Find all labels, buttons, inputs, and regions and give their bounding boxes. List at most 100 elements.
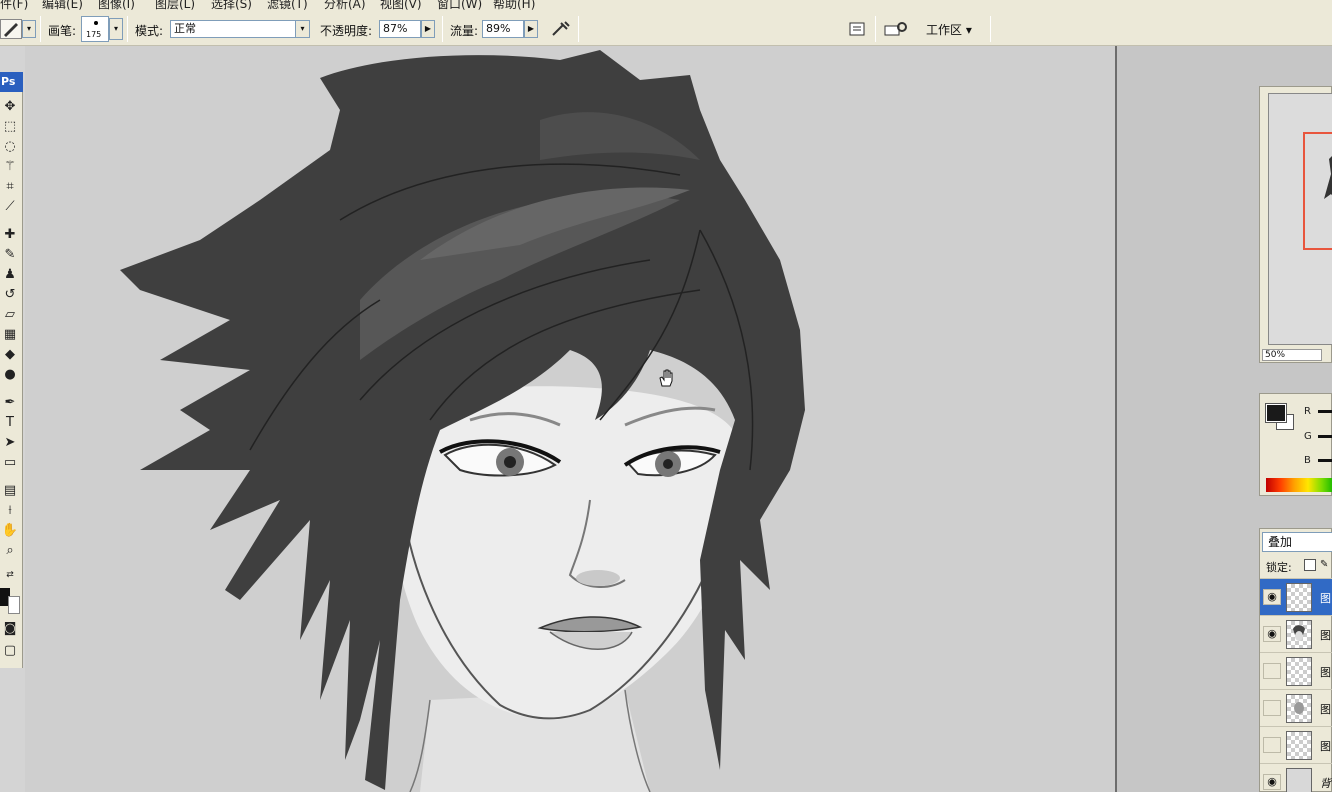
layer-thumbnail	[1286, 583, 1312, 612]
history-brush-tool-icon[interactable]: ↺	[0, 286, 20, 304]
flow-slider-button[interactable]: ▶	[524, 20, 538, 38]
dodge-tool-icon[interactable]: ●	[0, 366, 20, 384]
b-label: B	[1304, 455, 1311, 466]
layer-thumbnail	[1286, 731, 1312, 760]
eyedropper-tool-icon[interactable]: ⟊	[0, 502, 20, 520]
visibility-toggle-empty[interactable]	[1263, 700, 1281, 716]
brush-size: 175	[86, 30, 102, 39]
lock-label: 锁定:	[1266, 561, 1292, 574]
lock-paint-icon[interactable]: ✎	[1320, 559, 1332, 571]
tool-preset-dropdown[interactable]: ▾	[22, 20, 36, 38]
menu-layer[interactable]: 图层(L)	[155, 0, 195, 12]
brush-preview[interactable]: 175	[81, 16, 109, 42]
menu-analysis[interactable]: 分析(A)	[324, 0, 366, 12]
hand-tool-icon[interactable]: ✋	[0, 522, 20, 540]
layer-thumbnail	[1286, 694, 1312, 723]
layer-row[interactable]: ◉ 背	[1260, 763, 1332, 792]
mode-label: 模式:	[135, 24, 164, 38]
visibility-toggle-empty[interactable]	[1263, 737, 1281, 753]
brush-tool-icon[interactable]: ✎	[0, 246, 20, 264]
lock-transparency-icon[interactable]	[1304, 559, 1316, 571]
hand-cursor-icon	[659, 369, 673, 387]
separator	[990, 16, 991, 42]
magic-wand-tool-icon[interactable]: ⚚	[0, 158, 20, 176]
navigator-preview[interactable]	[1268, 93, 1332, 345]
menu-view[interactable]: 视图(V)	[380, 0, 422, 12]
marquee-tool-icon[interactable]: ⬚	[0, 118, 20, 136]
mode-select[interactable]: 正常 ▾	[170, 20, 310, 38]
separator	[127, 16, 128, 42]
move-tool-icon[interactable]: ✥	[0, 98, 20, 116]
notes-tool-icon[interactable]: ▤	[0, 482, 20, 500]
layer-name: 图	[1320, 666, 1331, 679]
type-tool-icon[interactable]: T	[0, 414, 20, 432]
flow-label: 流量:	[450, 24, 479, 38]
bridge-button[interactable]	[883, 20, 909, 38]
layer-row[interactable]: ◉ 图	[1260, 615, 1332, 652]
shape-tool-icon[interactable]: ▭	[0, 454, 20, 472]
palette-well-button[interactable]	[847, 20, 867, 38]
visibility-eye-icon[interactable]: ◉	[1263, 774, 1281, 790]
b-slider[interactable]	[1318, 459, 1332, 462]
slice-tool-icon[interactable]: ⟋	[0, 198, 20, 216]
tool-preset-picker[interactable]	[0, 19, 22, 39]
layer-thumbnail	[1286, 620, 1312, 649]
g-slider[interactable]	[1318, 435, 1332, 438]
airbrush-toggle[interactable]	[550, 20, 572, 38]
blur-tool-icon[interactable]: ◆	[0, 346, 20, 364]
color-panel: R G B	[1259, 393, 1332, 496]
clone-stamp-tool-icon[interactable]: ♟	[0, 266, 20, 284]
visibility-eye-icon[interactable]: ◉	[1263, 626, 1281, 642]
bridge-icon	[884, 22, 907, 36]
healing-brush-tool-icon[interactable]: ✚	[0, 226, 20, 244]
crop-tool-icon[interactable]: ⌗	[0, 178, 20, 196]
chevron-down-icon: ▾	[295, 21, 309, 37]
toolbox: Ps ✥ ⬚ ◌ ⚚ ⌗ ⟋ ✚ ✎ ♟ ↺ ▱ ▦ ◆ ● ✒ T ➤ ▭ ▤…	[0, 72, 23, 668]
layer-thumbnail	[1286, 657, 1312, 686]
layer-name: 图	[1320, 740, 1331, 753]
screen-mode-icon[interactable]: ▢	[0, 642, 20, 660]
visibility-toggle-empty[interactable]	[1263, 663, 1281, 679]
menu-window[interactable]: 窗口(W)	[437, 0, 482, 12]
pen-tool-icon[interactable]: ✒	[0, 394, 20, 412]
separator	[578, 16, 579, 42]
toolbox-header[interactable]: Ps	[0, 72, 23, 92]
layer-row[interactable]: 图	[1260, 726, 1332, 763]
layer-thumbnail	[1286, 768, 1312, 792]
menu-edit[interactable]: 编辑(E)	[42, 0, 83, 12]
gradient-tool-icon[interactable]: ▦	[0, 326, 20, 344]
layer-row[interactable]: ◉ 图	[1260, 578, 1332, 615]
menu-help[interactable]: 帮助(H)	[493, 0, 535, 12]
layer-row[interactable]: 图	[1260, 689, 1332, 726]
foreground-color-icon[interactable]	[1265, 403, 1287, 423]
layer-name: 背	[1320, 777, 1331, 790]
menu-image[interactable]: 图像(I)	[98, 0, 135, 12]
menu-filter[interactable]: 滤镜(T)	[267, 0, 308, 12]
menu-select[interactable]: 选择(S)	[211, 0, 252, 12]
palette-well-icon	[849, 22, 865, 36]
color-spectrum-bar[interactable]	[1266, 478, 1332, 492]
flow-input[interactable]: 89%	[482, 20, 524, 38]
brush-picker-dropdown[interactable]: ▾	[109, 18, 123, 40]
zoom-tool-icon[interactable]: ⌕	[0, 542, 20, 560]
swap-colors-icon[interactable]: ⇄	[0, 566, 20, 584]
blend-mode-select[interactable]: 叠加	[1262, 532, 1332, 552]
brush-tip-icon	[94, 21, 98, 25]
layer-name: 图	[1320, 703, 1331, 716]
workspace-menu[interactable]: 工作区 ▾	[926, 21, 972, 38]
opacity-slider-button[interactable]: ▶	[421, 20, 435, 38]
menu-file[interactable]: 件(F)	[0, 0, 28, 12]
airbrush-icon	[552, 21, 570, 36]
navigator-zoom-input[interactable]: 50%	[1262, 349, 1322, 361]
navigator-view-box[interactable]	[1303, 132, 1332, 250]
r-slider[interactable]	[1318, 410, 1332, 413]
quick-mask-icon[interactable]: ◙	[0, 620, 20, 638]
eraser-tool-icon[interactable]: ▱	[0, 306, 20, 324]
opacity-input[interactable]: 87%	[379, 20, 421, 38]
visibility-eye-icon[interactable]: ◉	[1263, 589, 1281, 605]
layer-row[interactable]: 图	[1260, 652, 1332, 689]
lasso-tool-icon[interactable]: ◌	[0, 138, 20, 156]
background-color-swatch[interactable]	[8, 596, 20, 614]
path-selection-tool-icon[interactable]: ➤	[0, 434, 20, 452]
document-canvas[interactable]	[25, 46, 1115, 792]
